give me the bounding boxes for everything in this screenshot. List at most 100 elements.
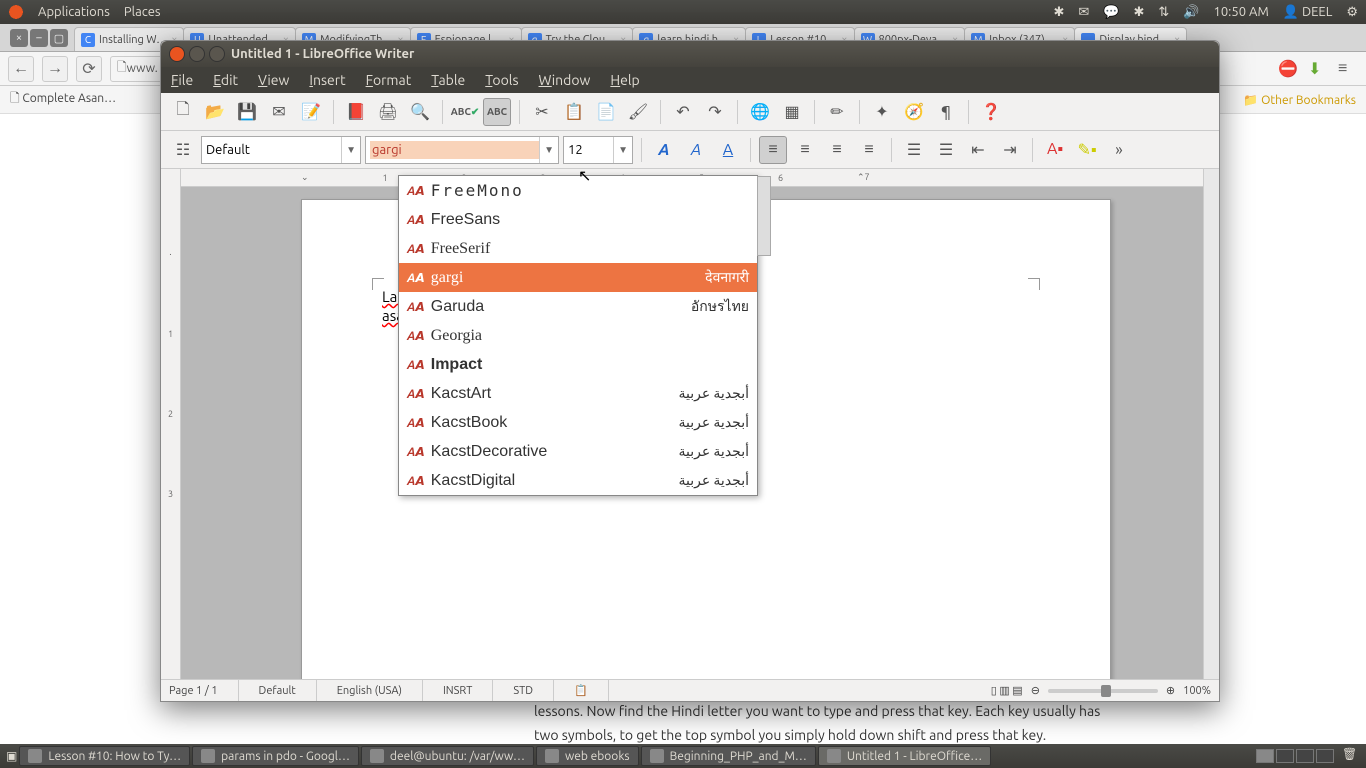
menu-help[interactable]: Help [610,72,639,88]
spellcheck-icon[interactable]: ABC✔ [451,98,479,126]
font-name-combo[interactable]: ▼ [365,136,559,164]
win-max-icon[interactable]: ▢ [50,29,68,47]
menu-file[interactable]: File [171,72,193,88]
bt2-icon[interactable]: ✱ [1134,5,1145,20]
font-option[interactable]: A𝘼Impact [399,350,757,379]
bluetooth-icon[interactable]: ✱ [1054,5,1065,20]
zoom-in-icon[interactable]: ⊕ [1166,684,1175,697]
styles-icon[interactable]: ☷ [169,136,197,164]
taskbar-item[interactable]: Untitled 1 - LibreOffice… [818,746,991,766]
lo-titlebar[interactable]: Untitled 1 - LibreOffice Writer [161,41,1219,67]
reload-button[interactable]: ⟳ [76,56,102,82]
menu-window[interactable]: Window [539,72,591,88]
lo-close-icon[interactable] [169,46,185,62]
bookmark-item[interactable]: 🗋 Complete Asan… [10,89,116,110]
status-lang[interactable]: English (USA) [337,680,423,701]
taskbar-item[interactable]: Lesson #10: How to Ty… [19,746,190,766]
preview-icon[interactable]: 🔍 [406,98,434,126]
status-page[interactable]: Page 1 / 1 [169,680,239,701]
lo-min-icon[interactable] [189,46,205,62]
print-icon[interactable]: 🖨 [374,98,402,126]
font-size-combo[interactable]: 12▼ [563,136,633,164]
chat-icon[interactable]: 💬 [1103,5,1119,20]
win-close-icon[interactable]: × [10,29,28,47]
status-style[interactable]: Default [259,680,317,701]
italic-icon[interactable]: A [682,136,710,164]
font-option[interactable]: A𝘼Garudaอักษรไทย [399,292,757,321]
drawing-icon[interactable]: ✏ [823,98,851,126]
power-icon[interactable]: ⚙ [1346,5,1358,20]
font-option[interactable]: A𝘼FreeSerif [399,234,757,263]
lo-max-icon[interactable] [209,46,225,62]
bullets-icon[interactable]: ☰ [932,136,960,164]
places-menu[interactable]: Places [124,5,161,19]
back-button[interactable]: ← [8,56,34,82]
save-icon[interactable]: 💾 [233,98,261,126]
font-option[interactable]: A𝘼FreeSans [399,205,757,234]
font-option[interactable]: A𝘼KacstArtأبجدية عربية [399,379,757,408]
font-option[interactable]: A𝘼FreeMono [399,176,757,205]
align-center-icon[interactable]: ≡ [791,136,819,164]
network-icon[interactable]: ⇅ [1158,5,1169,20]
nonprint-icon[interactable]: ¶ [932,98,960,126]
win-min-icon[interactable]: – [30,29,48,47]
highlight-icon[interactable]: ✎▪ [1073,136,1101,164]
navigator-icon[interactable]: 🧭 [900,98,928,126]
zoom-out-icon[interactable]: ⊖ [1031,684,1040,697]
menu-edit[interactable]: Edit [213,72,238,88]
align-left-icon[interactable]: ≡ [759,136,787,164]
bold-icon[interactable]: A [650,136,678,164]
more-icon[interactable]: » [1105,136,1133,164]
status-std[interactable]: STD [513,680,554,701]
menu-format[interactable]: Format [366,72,412,88]
vertical-scrollbar[interactable] [1203,169,1219,679]
zoom-percent[interactable]: 100% [1183,685,1211,697]
status-insrt[interactable]: INSRT [443,680,493,701]
clock[interactable]: 10:50 AM [1214,5,1269,19]
copy-icon[interactable]: 📋 [560,98,588,126]
menu-insert[interactable]: Insert [309,72,345,88]
paragraph-style-combo[interactable]: Default▼ [201,136,361,164]
menu-view[interactable]: View [258,72,289,88]
mail-icon[interactable]: ✉ [1078,5,1089,20]
show-desktop-icon[interactable]: ▣ [6,749,17,763]
view-layout-icon[interactable]: ▯ ▥ ▤ [991,684,1023,697]
font-option[interactable]: A𝘼gargiदेवनागरी [399,263,757,292]
paste-icon[interactable]: 📄 [592,98,620,126]
redo-icon[interactable]: ↷ [701,98,729,126]
hamburger-icon[interactable]: ≡ [1338,59,1358,79]
pdf-icon[interactable]: 📕 [342,98,370,126]
underline-icon[interactable]: A [714,136,742,164]
font-color-icon[interactable]: A▪ [1041,136,1069,164]
dec-indent-icon[interactable]: ⇤ [964,136,992,164]
hyperlink-icon[interactable]: 🌐 [746,98,774,126]
undo-icon[interactable]: ↶ [669,98,697,126]
workspace-switcher[interactable] [1256,749,1334,763]
taskbar-item[interactable]: Beginning_PHP_and_M… [641,746,816,766]
cut-icon[interactable]: ✂ [528,98,556,126]
taskbar-item[interactable]: deel@ubuntu: /var/ww… [361,746,534,766]
table-icon[interactable]: ▦ [778,98,806,126]
menu-table[interactable]: Table [431,72,465,88]
numbering-icon[interactable]: ☰ [900,136,928,164]
autospell-icon[interactable]: ABC [483,98,511,126]
format-paint-icon[interactable]: 🖌 [624,98,652,126]
dropdown-scrollbar[interactable] [757,176,771,256]
applications-menu[interactable]: Applications [38,5,110,19]
trash-icon[interactable]: 🗑 [1342,747,1360,765]
ubuntu-logo-icon[interactable] [8,4,24,20]
status-sig-icon[interactable]: 📋 [574,680,609,701]
font-option[interactable]: A𝘼KacstDigitalأبجدية عربية [399,466,757,495]
abp-icon[interactable]: ⛔ [1278,59,1298,79]
user-menu[interactable]: 👤 DEEL [1283,5,1333,20]
help-icon[interactable]: ❓ [977,98,1005,126]
zoom-slider[interactable] [1048,689,1158,693]
font-option[interactable]: A𝘼Georgia [399,321,757,350]
download-icon[interactable]: ⬇ [1308,59,1328,79]
taskbar-item[interactable]: params in pdo - Googl… [192,746,359,766]
open-icon[interactable]: 📂 [201,98,229,126]
taskbar-item[interactable]: web ebooks [536,746,639,766]
email-icon[interactable]: ✉ [265,98,293,126]
find-icon[interactable]: ✦ [868,98,896,126]
forward-button[interactable]: → [42,56,68,82]
